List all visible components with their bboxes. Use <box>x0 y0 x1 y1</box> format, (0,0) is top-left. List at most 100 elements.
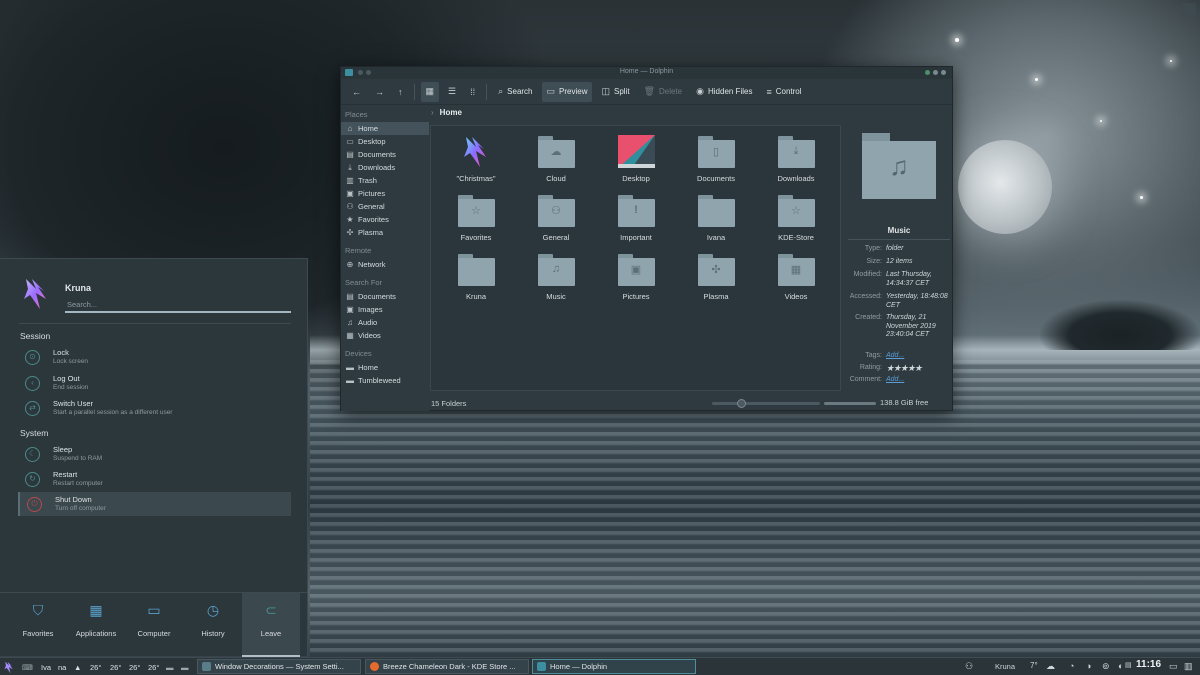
sidebar-item-search-audio[interactable]: ♫ Audio <box>341 316 429 329</box>
details-view-button[interactable]: ⁞⁞ <box>465 82 480 102</box>
file-item[interactable]: ▣ Pictures <box>596 252 676 311</box>
task-dolphin[interactable]: Home — Dolphin <box>532 659 696 674</box>
system-monitor-icon[interactable]: ▬ <box>166 660 174 674</box>
tab-favorites[interactable]: ⛉ Favorites <box>9 593 67 657</box>
breadcrumb-home[interactable]: Home <box>440 108 462 117</box>
tags-add-link[interactable]: Add... <box>886 352 952 361</box>
cloud-icon[interactable]: ☁ <box>1046 661 1055 672</box>
launcher-button[interactable] <box>3 660 15 674</box>
weather-widget-2[interactable]: 26° <box>110 660 121 674</box>
user-switcher-icon[interactable]: ⚇ <box>965 661 973 672</box>
search-button[interactable]: ⌕ Search <box>493 82 537 102</box>
switch-user-button[interactable]: ⇄ Switch User Start a parallel session as … <box>18 396 291 420</box>
file-item[interactable]: ✣ Plasma <box>676 252 756 311</box>
sidebar-item-network[interactable]: ⊕ Network <box>341 258 429 271</box>
maximize-button[interactable] <box>933 70 938 75</box>
minimize-button[interactable] <box>925 70 930 75</box>
shut-down-button[interactable]: ⏻ Shut Down Turn off computer <box>18 492 291 516</box>
sidebar-item-downloads[interactable]: ⤓ Downloads <box>341 161 429 174</box>
icons-view-button[interactable]: ▦ <box>420 81 440 102</box>
restart-button[interactable]: ↻ Restart Restart computer <box>18 467 291 491</box>
weather-widget-1[interactable]: 26° <box>90 660 101 674</box>
keyboard-layout-icon[interactable]: ⌨ <box>22 660 33 674</box>
window-titlebar[interactable]: Home — Dolphin <box>341 67 952 79</box>
task-firefox[interactable]: Breeze Chameleon Dark - KDE Store ... <box>365 659 529 674</box>
split-button[interactable]: ◫ Split <box>596 82 634 102</box>
trash-icon[interactable]: ▥ <box>1184 661 1193 672</box>
weather-widget-4[interactable]: 26° <box>148 660 159 674</box>
file-item[interactable]: ▦ Videos <box>756 252 836 311</box>
sidebar-item-general[interactable]: ⚇ General <box>341 200 429 213</box>
file-item[interactable]: ⤓ Downloads <box>756 134 836 193</box>
file-item-label: Favorites <box>460 233 492 242</box>
notification-icon[interactable]: ◑ <box>1086 661 1091 671</box>
tab-computer[interactable]: ▭ Computer <box>125 593 183 657</box>
clipboard-icon[interactable]: ▤ <box>1125 661 1132 669</box>
wallpaper-star <box>1100 120 1102 122</box>
task-window-decorations[interactable]: Window Decorations — System Setti... <box>197 659 361 674</box>
pager-desktop-2[interactable]: na <box>58 660 66 674</box>
sidebar-item-search-images[interactable]: ▣ Images <box>341 303 429 316</box>
sidebar-item-home[interactable]: ⌂ Home <box>341 122 429 135</box>
file-view[interactable]: "Christmas" ☁ Cloud Desktop ▯ Documents … <box>430 125 841 391</box>
file-item-label: Desktop <box>622 174 650 183</box>
file-item[interactable]: ☁ Cloud <box>516 134 596 193</box>
sidebar-item-search-documents[interactable]: ▤ Documents <box>341 290 429 303</box>
file-item[interactable]: ♫ Music <box>516 252 596 311</box>
back-button[interactable]: ← <box>347 82 366 102</box>
info-value: Yesterday, 18:48:08 CET <box>886 293 948 309</box>
delete-button[interactable]: 🗑 Delete <box>639 82 688 102</box>
sidebar-item-label: Downloads <box>358 163 396 172</box>
launcher-search-input[interactable] <box>65 297 291 313</box>
show-desktop-icon[interactable]: ▭ <box>1169 661 1178 672</box>
network-icon[interactable]: ⊚ <box>1102 661 1110 672</box>
sleep-button[interactable]: ☾ Sleep Suspend to RAM <box>18 442 291 466</box>
compact-view-button[interactable]: ☰ <box>443 82 461 102</box>
sidebar-item-device-home[interactable]: ▬ Home <box>341 361 429 374</box>
zoom-slider-handle[interactable] <box>737 399 746 408</box>
system-monitor-icon[interactable]: ▬ <box>181 660 189 674</box>
close-button[interactable] <box>941 70 946 75</box>
file-item[interactable]: ⚇ General <box>516 193 596 252</box>
file-item[interactable]: ☆ KDE-Store <box>756 193 836 252</box>
rating-stars[interactable]: ★★★★★ <box>886 364 952 373</box>
tab-history[interactable]: ◷ History <box>184 593 242 657</box>
hidden-files-button[interactable]: ◉ Hidden Files <box>691 82 757 102</box>
file-item[interactable]: ☆ Favorites <box>436 193 516 252</box>
tab-applications[interactable]: ▦ Applications <box>67 593 125 657</box>
arrow-left-icon: ← <box>352 86 361 97</box>
update-icon[interactable]: ◔ <box>1069 661 1074 671</box>
desktop-toolbox-button[interactable] <box>1182 3 1196 17</box>
weather-widget-3[interactable]: 26° <box>129 660 140 674</box>
zoom-slider[interactable] <box>712 399 820 408</box>
sidebar-item-favorites[interactable]: ★ Favorites <box>341 213 429 226</box>
comment-add-link[interactable]: Add... <box>886 376 952 385</box>
volume-icon[interactable]: ◐ <box>1118 661 1123 671</box>
file-item[interactable]: Ivana <box>676 193 756 252</box>
sidebar-item-trash[interactable]: ▥ Trash <box>341 174 429 187</box>
control-menu-button[interactable]: ≡ Control <box>761 82 806 102</box>
log-out-button[interactable]: ‹ Log Out End session <box>18 371 291 395</box>
lock-button[interactable]: ⊙ Lock Lock screen <box>18 345 291 369</box>
file-item[interactable]: "Christmas" <box>436 134 516 193</box>
weather-temperature[interactable]: 7° <box>1030 661 1038 670</box>
file-item[interactable]: Kruna <box>436 252 516 311</box>
pager-desktop-1[interactable]: Iva <box>41 660 51 674</box>
up-button[interactable]: ↑ <box>393 82 408 102</box>
sidebar-item-desktop[interactable]: ▭ Desktop <box>341 135 429 148</box>
user-switcher-label[interactable]: Kruna <box>995 662 1015 671</box>
triangle-up-icon[interactable]: ▲ <box>74 660 81 674</box>
sidebar-item-plasma[interactable]: ✣ Plasma <box>341 226 429 239</box>
file-item[interactable]: ! Important <box>596 193 676 252</box>
forward-button[interactable]: → <box>370 82 389 102</box>
session-header: Session <box>20 331 51 341</box>
sidebar-item-search-videos[interactable]: ▦ Videos <box>341 329 429 342</box>
sidebar-item-pictures[interactable]: ▣ Pictures <box>341 187 429 200</box>
preview-button[interactable]: ▭ Preview <box>541 81 593 102</box>
sidebar-item-device-tumbleweed[interactable]: ▬ Tumbleweed <box>341 374 429 387</box>
file-item[interactable]: Desktop <box>596 134 676 193</box>
clock[interactable]: 11:16 <box>1136 659 1161 670</box>
file-item[interactable]: ▯ Documents <box>676 134 756 193</box>
sidebar-item-documents[interactable]: ▤ Documents <box>341 148 429 161</box>
tab-leave[interactable]: ⊂ Leave <box>242 593 300 657</box>
